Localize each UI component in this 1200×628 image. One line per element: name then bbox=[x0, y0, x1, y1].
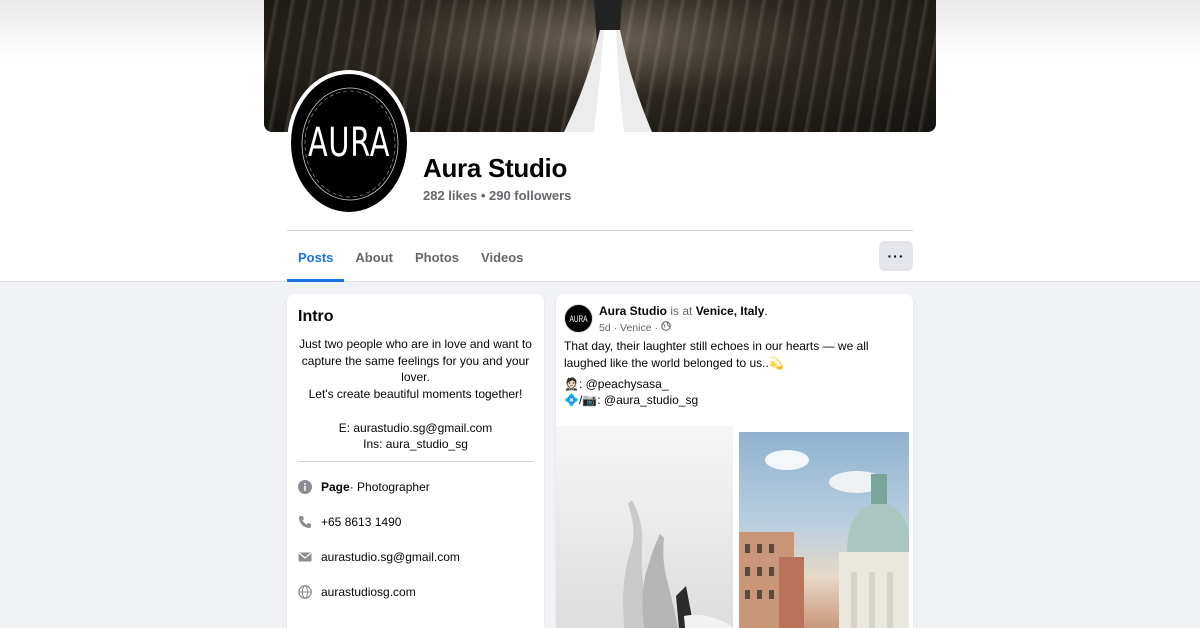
bio-line bbox=[298, 403, 533, 420]
category-bold[interactable]: Page bbox=[321, 480, 350, 494]
tab-about[interactable]: About bbox=[344, 232, 404, 282]
info-row-phone: +65 8613 1490 bbox=[298, 505, 533, 540]
post-photo-venice[interactable] bbox=[739, 432, 911, 628]
profile-tabs: Posts About Photos Videos bbox=[287, 232, 534, 282]
bio-line: Let's create beautiful moments together! bbox=[308, 387, 523, 402]
page-title: Aura Studio bbox=[423, 153, 568, 183]
post-photo-hands[interactable] bbox=[556, 426, 733, 628]
more-options-button[interactable]: ··· bbox=[879, 241, 913, 271]
phone-number[interactable]: +65 8613 1490 bbox=[321, 515, 401, 529]
mail-icon bbox=[298, 550, 312, 564]
bio-line: capture the same feelings for you and yo… bbox=[301, 353, 530, 368]
info-row-website: aurastudiosg.com bbox=[298, 575, 533, 610]
header-divider bbox=[287, 230, 913, 231]
email-link[interactable]: aurastudio.sg@gmail.com bbox=[321, 550, 460, 564]
post-place[interactable]: Venice bbox=[620, 322, 652, 334]
post-card: AURA Aura Studio is at Venice, Italy. 5d… bbox=[556, 294, 913, 628]
intro-card: Intro Just two people who are in love an… bbox=[287, 294, 544, 628]
bio-line: E: aurastudio.sg@gmail.com bbox=[338, 420, 493, 435]
post-time[interactable]: 5d bbox=[599, 322, 611, 334]
bio-line: Ins: aura_studio_sg bbox=[363, 437, 468, 452]
tab-videos[interactable]: Videos bbox=[470, 232, 534, 282]
category-text: · Photographer bbox=[349, 480, 430, 495]
post-author-avatar[interactable]: AURA bbox=[564, 304, 593, 333]
intro-title: Intro bbox=[298, 308, 334, 325]
post-header: AURA Aura Studio is at Venice, Italy. 5d… bbox=[556, 294, 913, 334]
profile-avatar[interactable]: AURA bbox=[287, 70, 411, 216]
post-is-at: is at bbox=[667, 304, 696, 318]
globe-icon bbox=[298, 585, 312, 600]
post-credits: 🤵🏻: @peachysasa_ 💠/📷: @aura_studio_sg bbox=[556, 372, 913, 410]
website-link[interactable]: aurastudiosg.com bbox=[321, 585, 416, 599]
post-meta: Aura Studio is at Venice, Italy. 5d · Ve… bbox=[599, 304, 768, 334]
post-location[interactable]: Venice, Italy bbox=[696, 304, 765, 318]
info-row-email: aurastudio.sg@gmail.com bbox=[298, 540, 533, 575]
avatar-logo-text: AURA bbox=[307, 120, 391, 166]
info-icon bbox=[298, 480, 312, 495]
tab-posts[interactable]: Posts bbox=[287, 232, 345, 282]
bio-line: lover. bbox=[401, 370, 430, 385]
credit-line: 🤵🏻: @peachysasa_ bbox=[564, 376, 669, 391]
post-body: That day, their laughter still echoes in… bbox=[564, 339, 869, 370]
tab-photos[interactable]: Photos bbox=[404, 232, 470, 282]
bio-line: Just two people who are in love and want… bbox=[299, 337, 532, 351]
post-subline: 5d · Venice · bbox=[599, 321, 768, 334]
hands-illustration bbox=[623, 500, 732, 628]
credit-line: 💠/📷: @aura_studio_sg bbox=[564, 393, 699, 408]
post-avatar-text: AURA bbox=[569, 313, 588, 324]
post-title-line: Aura Studio is at Venice, Italy. bbox=[599, 304, 768, 318]
info-row-category: Page · Photographer bbox=[298, 470, 533, 505]
phone-icon bbox=[298, 515, 312, 529]
public-globe-icon bbox=[661, 321, 671, 334]
intro-divider bbox=[298, 460, 533, 462]
page-stats[interactable]: 282 likes • 290 followers bbox=[423, 188, 571, 203]
post-author-name[interactable]: Aura Studio bbox=[599, 304, 667, 318]
couple-figure bbox=[564, 0, 652, 132]
venice-illustration bbox=[739, 450, 911, 628]
intro-bio: Just two people who are in love and want… bbox=[298, 336, 533, 453]
